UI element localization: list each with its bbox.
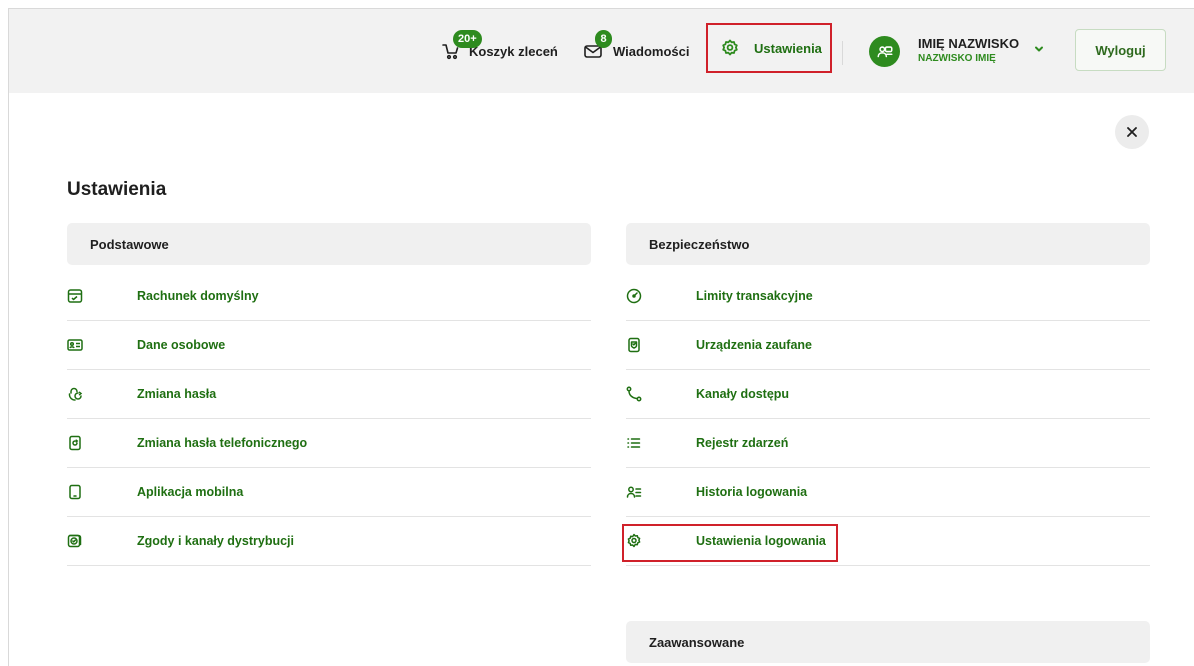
messages-label: Wiadomości — [613, 43, 690, 59]
menu-item-label: Urządzenia zaufane — [696, 338, 813, 352]
settings-label: Ustawienia — [754, 40, 822, 56]
menu-item-event-log[interactable]: Rejestr zdarzeń — [626, 419, 1150, 468]
page-title: Ustawienia — [67, 179, 167, 200]
section-header-security: Bezpieczeństwo — [626, 223, 1150, 265]
menu-item-label: Kanały dostępu — [696, 387, 790, 401]
menu-item-login-history[interactable]: Historia logowania — [626, 468, 1150, 517]
messages-link[interactable]: 8 Wiadomości — [583, 30, 690, 61]
mobile-phone-icon — [67, 484, 83, 500]
divider — [842, 41, 843, 65]
trusted-device-icon — [626, 337, 642, 353]
section-header-advanced: Zaawansowane — [626, 621, 1150, 663]
password-refresh-icon — [67, 386, 83, 402]
menu-item-label: Limity transakcyjne — [696, 289, 813, 303]
menu-item-label: Zmiana hasła telefonicznego — [137, 436, 308, 450]
menu-item-mobile-app[interactable]: Aplikacja mobilna — [67, 468, 591, 517]
menu-item-password-change[interactable]: Zmiana hasła — [67, 370, 591, 419]
user-group-icon[interactable] — [869, 36, 900, 67]
cart-link[interactable]: 20+ Koszyk zleceń — [441, 30, 558, 61]
user-name[interactable]: IMIĘ NAZWISKO — [918, 36, 1019, 51]
menu-item-label: Historia logowania — [696, 485, 808, 499]
phone-refresh-icon — [67, 435, 83, 451]
menu-item-personal-data[interactable]: Dane osobowe — [67, 321, 591, 370]
menu-item-login-settings[interactable]: Ustawienia logowania — [626, 517, 1150, 566]
security-settings-list: Limity transakcyjne Urządzenia zaufane K… — [626, 272, 1150, 566]
section-header-basic: Podstawowe — [67, 223, 591, 265]
basic-settings-list: Rachunek domyślny Dane osobowe Zmiana ha… — [67, 272, 591, 566]
consent-check-icon — [67, 533, 83, 549]
menu-item-label: Rachunek domyślny — [137, 289, 259, 303]
route-icon — [626, 386, 642, 402]
menu-item-label: Rejestr zdarzeń — [696, 436, 789, 450]
user-list-icon — [626, 484, 642, 500]
menu-item-transaction-limits[interactable]: Limity transakcyjne — [626, 272, 1150, 321]
messages-badge: 8 — [595, 30, 612, 48]
gear-icon — [626, 533, 642, 549]
menu-item-access-channels[interactable]: Kanały dostępu — [626, 370, 1150, 419]
close-icon — [1127, 127, 1137, 137]
menu-item-label: Aplikacja mobilna — [137, 485, 244, 499]
account-card-icon — [67, 288, 83, 304]
top-bar: 20+ Koszyk zleceń 8 Wiadomości Ustawieni… — [9, 9, 1194, 93]
menu-item-phone-password-change[interactable]: Zmiana hasła telefonicznego — [67, 419, 591, 468]
chevron-down-icon[interactable] — [1033, 43, 1045, 55]
menu-item-trusted-devices[interactable]: Urządzenia zaufane — [626, 321, 1150, 370]
id-card-icon — [67, 337, 83, 353]
menu-item-label: Zgody i kanały dystrybucji — [137, 534, 294, 548]
gear-icon — [720, 38, 740, 58]
logout-button[interactable]: Wyloguj — [1075, 29, 1166, 71]
app-window: 20+ Koszyk zleceń 8 Wiadomości Ustawieni… — [8, 8, 1194, 666]
list-icon — [626, 435, 642, 451]
menu-item-label: Dane osobowe — [137, 338, 226, 352]
menu-item-label: Zmiana hasła — [137, 387, 217, 401]
cart-icon: 20+ — [441, 30, 482, 61]
envelope-icon: 8 — [583, 30, 612, 61]
menu-item-consents[interactable]: Zgody i kanały dystrybucji — [67, 517, 591, 566]
menu-item-default-account[interactable]: Rachunek domyślny — [67, 272, 591, 321]
gauge-icon — [626, 288, 642, 304]
cart-label: Koszyk zleceń — [469, 43, 558, 59]
user-subname: NAZWISKO IMIĘ — [918, 53, 996, 64]
menu-item-label: Ustawienia logowania — [696, 534, 826, 548]
close-button[interactable] — [1115, 115, 1149, 149]
settings-link[interactable]: Ustawienia — [706, 23, 832, 73]
cart-badge: 20+ — [453, 30, 482, 48]
